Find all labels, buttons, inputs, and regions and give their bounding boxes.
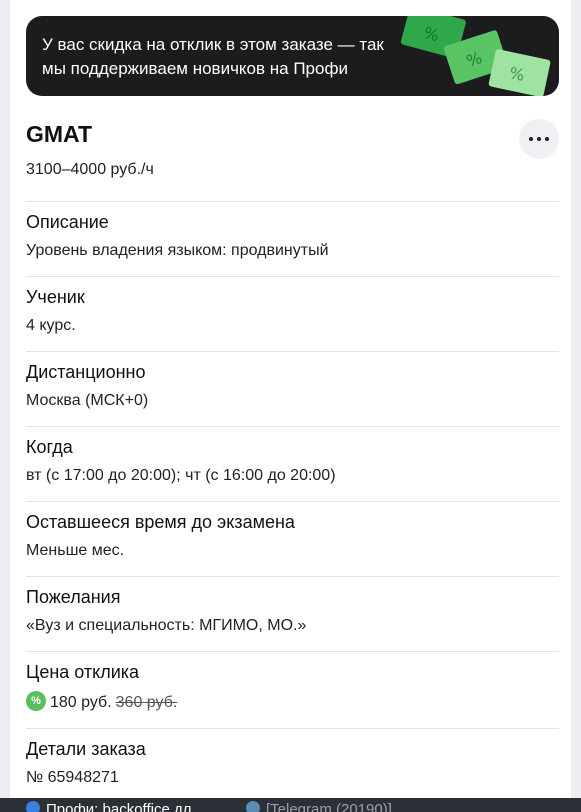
section-label: Пожелания [26,587,121,607]
more-options-button[interactable] [519,119,559,159]
response-old-price: 360 руб. [115,694,178,712]
section-description: Описание Уровень владения языком: продви… [26,201,559,276]
more-dots-icon [527,137,551,141]
section-value: «Вуз и специальность: МГИМО, МО.» [26,617,307,634]
discount-tickets-icon: % % % [400,16,551,96]
order-price-range: 3100–4000 руб./ч [26,161,154,178]
section-schedule: Когда вт (с 17:00 до 20:00); чт (с 16:00… [26,426,559,501]
order-card: У вас скидка на отклик в этом заказе — т… [10,0,571,812]
section-value: Меньше мес. [26,542,125,559]
section-label: Оставшееся время до экзамена [26,512,295,532]
telegram-icon [246,801,260,812]
response-price: 180 руб. [50,694,112,712]
section-label: Описание [26,212,109,232]
taskbar-item-telegram[interactable]: [Telegram (20190)] [246,801,392,812]
section-remote: Дистанционно Москва (МСК+0) [26,351,559,426]
section-value: 4 курс. [26,317,76,334]
section-label: Дистанционно [26,362,146,382]
section-value: вт (с 17:00 до 20:00); чт (с 16:00 до 20… [26,467,336,484]
section-value: Москва (МСК+0) [26,392,149,409]
promo-text: У вас скидка на отклик в этом заказе — т… [42,35,384,78]
section-value: Уровень владения языком: продвинутый [26,242,329,259]
section-value: № 65948271 [26,769,119,786]
section-label: Цена отклика [26,662,140,682]
order-title: GMAT [26,121,93,147]
section-wishes: Пожелания «Вуз и специальность: МГИМО, М… [26,576,559,651]
section-order-details: Детали заказа № 65948271 [26,728,559,799]
response-price-value: % 180 руб. 360 руб. [26,691,178,713]
section-student: Ученик 4 курс. [26,276,559,351]
section-label: Ученик [26,287,85,307]
section-response-price: Цена отклика % 180 руб. 360 руб. [26,651,559,728]
percent-badge-icon: % [26,691,46,711]
section-label: Детали заказа [26,739,146,759]
section-label: Когда [26,437,73,457]
promo-banner: У вас скидка на отклик в этом заказе — т… [26,16,559,96]
section-exam-time: Оставшееся время до экзамена Меньше мес. [26,501,559,576]
taskbar-item-browser[interactable]: Профи: backoffice дл... [26,801,204,812]
taskbar-item-label: Профи: backoffice дл... [46,801,204,812]
browser-icon [26,801,40,812]
taskbar-item-label: [Telegram (20190)] [266,801,392,812]
taskbar: Профи: backoffice дл... [Telegram (20190… [0,798,581,812]
